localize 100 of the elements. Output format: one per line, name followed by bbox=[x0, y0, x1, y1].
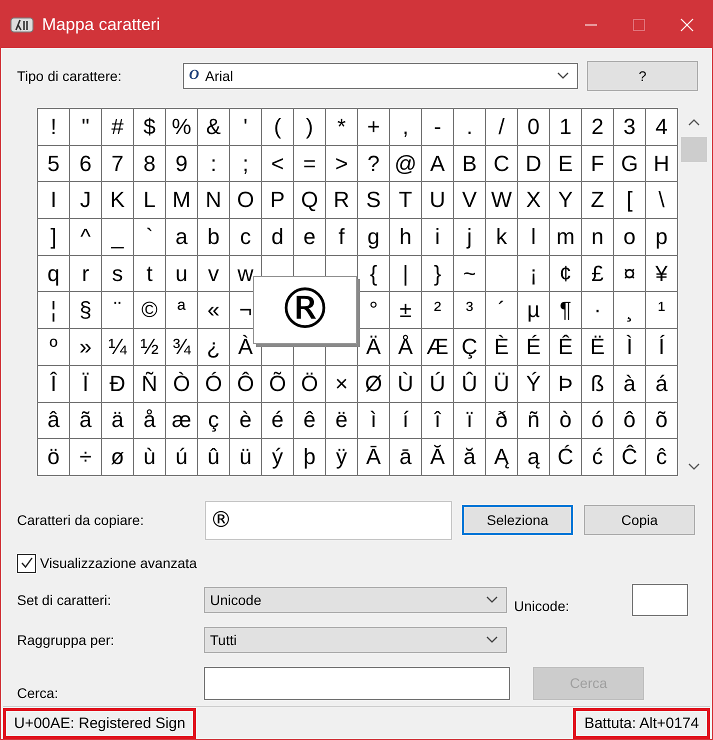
character-cell[interactable]: ¹ bbox=[646, 292, 677, 328]
character-cell[interactable]: ú bbox=[166, 439, 197, 475]
character-cell[interactable]: ĉ bbox=[646, 439, 677, 475]
character-cell[interactable]: = bbox=[294, 146, 325, 182]
character-cell[interactable]: ä bbox=[102, 402, 133, 438]
character-cell[interactable]: \ bbox=[646, 182, 677, 218]
copy-field[interactable]: ® bbox=[205, 500, 452, 540]
character-cell[interactable]: $ bbox=[134, 109, 165, 145]
character-cell[interactable]: f bbox=[326, 219, 357, 255]
character-cell[interactable]: | bbox=[390, 256, 421, 292]
character-cell[interactable]: r bbox=[70, 256, 101, 292]
character-cell[interactable]: [ bbox=[614, 182, 645, 218]
character-cell[interactable]: Ý bbox=[518, 366, 549, 402]
character-cell[interactable]: ï bbox=[454, 402, 485, 438]
character-cell[interactable]: ! bbox=[38, 109, 69, 145]
character-cell[interactable]: ô bbox=[614, 402, 645, 438]
character-cell[interactable]: 1 bbox=[550, 109, 581, 145]
close-icon[interactable] bbox=[679, 16, 695, 32]
character-cell[interactable]: è bbox=[230, 402, 261, 438]
character-cell[interactable]: & bbox=[198, 109, 229, 145]
character-cell[interactable]: Õ bbox=[262, 366, 293, 402]
character-cell[interactable]: k bbox=[486, 219, 517, 255]
character-cell[interactable]: q bbox=[38, 256, 69, 292]
character-cell[interactable]: + bbox=[358, 109, 389, 145]
character-cell[interactable]: « bbox=[198, 292, 229, 328]
character-cell[interactable]: ; bbox=[230, 146, 261, 182]
character-cell[interactable]: M bbox=[166, 182, 197, 218]
character-cell[interactable]: Ü bbox=[486, 366, 517, 402]
character-cell[interactable]: ¤ bbox=[614, 256, 645, 292]
character-cell[interactable]: µ bbox=[518, 292, 549, 328]
character-cell[interactable]: § bbox=[70, 292, 101, 328]
character-cell[interactable]: ö bbox=[38, 439, 69, 475]
character-cell[interactable]: Æ bbox=[422, 329, 453, 365]
character-cell[interactable]: 8 bbox=[134, 146, 165, 182]
character-cell[interactable]: ÷ bbox=[70, 439, 101, 475]
character-cell[interactable]: É bbox=[518, 329, 549, 365]
checkbox[interactable] bbox=[17, 554, 36, 572]
character-cell[interactable]: » bbox=[70, 329, 101, 365]
character-cell[interactable]: ¸ bbox=[614, 292, 645, 328]
character-cell[interactable]: ¿ bbox=[198, 329, 229, 365]
character-cell[interactable]: ÿ bbox=[326, 439, 357, 475]
character-cell[interactable]: 2 bbox=[582, 109, 613, 145]
character-cell[interactable]: º bbox=[38, 329, 69, 365]
character-cell[interactable]: ü bbox=[230, 439, 261, 475]
character-cell[interactable]: m bbox=[550, 219, 581, 255]
character-cell[interactable]: ć bbox=[582, 439, 613, 475]
character-cell[interactable]: { bbox=[358, 256, 389, 292]
character-cell[interactable]: C bbox=[486, 146, 517, 182]
character-cell[interactable]: 9 bbox=[166, 146, 197, 182]
character-cell[interactable]: o bbox=[614, 219, 645, 255]
character-cell[interactable]: ó bbox=[582, 402, 613, 438]
character-cell[interactable]: ¢ bbox=[550, 256, 581, 292]
character-cell[interactable]: î bbox=[422, 402, 453, 438]
help-button[interactable]: ? bbox=[587, 61, 698, 91]
character-cell[interactable]: Ù bbox=[390, 366, 421, 402]
character-cell[interactable]: - bbox=[422, 109, 453, 145]
character-cell[interactable]: ā bbox=[390, 439, 421, 475]
character-cell[interactable]: ¾ bbox=[166, 329, 197, 365]
scrollbar-thumb[interactable] bbox=[681, 137, 707, 162]
character-cell[interactable]: _ bbox=[102, 219, 133, 255]
character-cell[interactable]: p bbox=[646, 219, 677, 255]
character-cell[interactable]: Å bbox=[390, 329, 421, 365]
character-cell[interactable]: , bbox=[390, 109, 421, 145]
character-cell[interactable]: È bbox=[486, 329, 517, 365]
character-cell[interactable]: # bbox=[102, 109, 133, 145]
character-cell[interactable]: Ö bbox=[294, 366, 325, 402]
character-cell[interactable]: l bbox=[518, 219, 549, 255]
character-cell[interactable]: ð bbox=[486, 402, 517, 438]
font-dropdown[interactable]: O Arial bbox=[183, 63, 578, 89]
character-cell[interactable]: ª bbox=[166, 292, 197, 328]
character-cell[interactable]: 5 bbox=[38, 146, 69, 182]
scroll-down-icon[interactable] bbox=[688, 463, 700, 471]
character-cell[interactable]: × bbox=[326, 366, 357, 402]
character-cell[interactable]: ? bbox=[358, 146, 389, 182]
character-cell[interactable]: < bbox=[262, 146, 293, 182]
character-cell[interactable]: Ā bbox=[358, 439, 389, 475]
character-cell[interactable]: Û bbox=[454, 366, 485, 402]
character-cell[interactable]: £ bbox=[582, 256, 613, 292]
character-cell[interactable]: / bbox=[486, 109, 517, 145]
character-cell[interactable]: ă bbox=[454, 439, 485, 475]
character-cell[interactable]: R bbox=[326, 182, 357, 218]
character-cell[interactable]: ñ bbox=[518, 402, 549, 438]
character-cell[interactable]: 7 bbox=[102, 146, 133, 182]
character-cell[interactable]: i bbox=[422, 219, 453, 255]
character-cell[interactable]: 3 bbox=[614, 109, 645, 145]
character-cell[interactable]: U bbox=[422, 182, 453, 218]
character-cell[interactable]: X bbox=[518, 182, 549, 218]
character-cell[interactable]: Ć bbox=[550, 439, 581, 475]
character-cell[interactable]: n bbox=[582, 219, 613, 255]
character-cell[interactable]: ¦ bbox=[38, 292, 69, 328]
character-cell[interactable]: F bbox=[582, 146, 613, 182]
character-cell[interactable]: Ä bbox=[358, 329, 389, 365]
character-cell[interactable]: h bbox=[390, 219, 421, 255]
character-cell[interactable]: B bbox=[454, 146, 485, 182]
character-cell[interactable]: 4 bbox=[646, 109, 677, 145]
character-cell[interactable]: à bbox=[614, 366, 645, 402]
character-cell[interactable]: V bbox=[454, 182, 485, 218]
character-cell[interactable]: g bbox=[358, 219, 389, 255]
character-cell[interactable]: á bbox=[646, 366, 677, 402]
character-cell[interactable]: © bbox=[134, 292, 165, 328]
